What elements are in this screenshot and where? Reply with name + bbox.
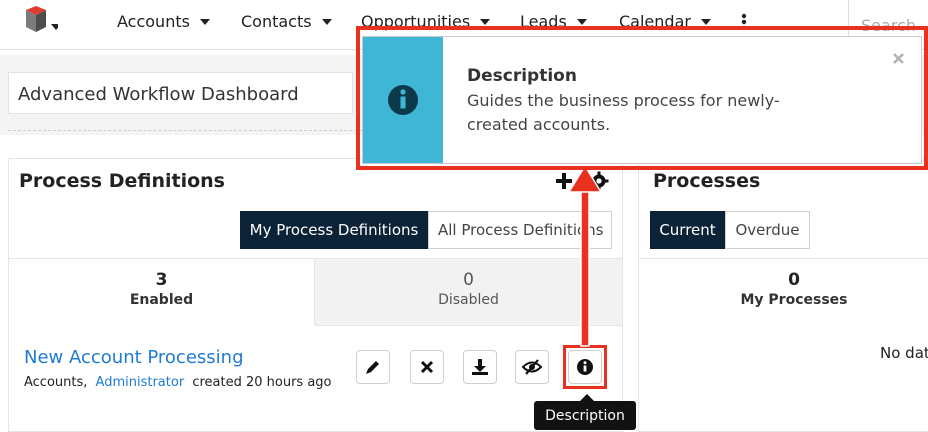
chevron-down-icon xyxy=(576,18,587,25)
process-definition-link[interactable]: New Account Processing xyxy=(24,347,244,368)
filter-label: My Process Definitions xyxy=(249,221,419,239)
description-popover: Description Guides the business process … xyxy=(362,36,922,164)
delete-button[interactable] xyxy=(410,350,444,384)
chevron-down-icon xyxy=(480,18,491,25)
filter-label: Overdue xyxy=(735,221,800,239)
filter-current[interactable]: Current xyxy=(650,211,725,249)
cube-logo-icon[interactable] xyxy=(14,6,61,40)
record-meta: Accounts, Administrator created 20 hours… xyxy=(24,375,332,390)
nav-accounts-label: Accounts xyxy=(117,12,190,31)
record-user-link[interactable]: Administrator xyxy=(96,375,185,390)
popover-body-line1: Guides the business process for newly- xyxy=(467,91,780,110)
stat-label: Enabled xyxy=(129,292,194,308)
highlight-box xyxy=(563,345,607,389)
popover-icon-panel xyxy=(363,37,443,163)
info-icon xyxy=(388,85,418,115)
tooltip-arrow xyxy=(580,394,594,401)
edit-button[interactable] xyxy=(356,350,390,384)
stat-count: 3 xyxy=(155,270,168,290)
nav-contacts-label: Contacts xyxy=(241,12,312,31)
description-tooltip: Description xyxy=(534,401,636,430)
filter-my-process-definitions[interactable]: My Process Definitions xyxy=(240,211,428,249)
nav-accounts[interactable]: Accounts xyxy=(117,12,210,31)
process-definitions-title: Process Definitions xyxy=(19,170,225,192)
filter-label: Current xyxy=(659,221,716,239)
disable-button[interactable] xyxy=(515,350,549,384)
download-icon xyxy=(472,359,488,375)
record-created: created 20 hours ago xyxy=(192,375,332,390)
no-data-message: No dat xyxy=(880,344,928,362)
nav-contacts[interactable]: Contacts xyxy=(241,12,332,31)
chevron-down-icon xyxy=(199,18,210,25)
pencil-icon xyxy=(366,361,379,374)
popover-heading: Description xyxy=(467,66,577,86)
chevron-down-icon xyxy=(700,18,711,25)
stat-tab-my-processes[interactable]: 0 My Processes xyxy=(639,258,928,326)
close-icon[interactable] xyxy=(892,49,905,70)
eye-slash-icon xyxy=(522,359,542,375)
stat-label: My Processes xyxy=(740,292,848,308)
processes-title: Processes xyxy=(653,170,761,192)
popover-body-line2: created accounts. xyxy=(467,115,611,134)
stat-count: 0 xyxy=(788,270,800,290)
stat-tab-enabled[interactable]: 3 Enabled xyxy=(9,258,314,326)
download-button[interactable] xyxy=(463,350,497,384)
close-icon xyxy=(420,360,434,374)
dashboard-title-text: Advanced Workflow Dashboard xyxy=(18,84,299,105)
record-module: Accounts, xyxy=(24,375,88,390)
chevron-down-icon xyxy=(321,18,332,25)
tooltip-text: Description xyxy=(545,407,625,424)
annotation-arrow xyxy=(568,166,602,347)
filter-overdue[interactable]: Overdue xyxy=(725,211,810,249)
dashboard-title[interactable]: Advanced Workflow Dashboard xyxy=(8,72,353,114)
